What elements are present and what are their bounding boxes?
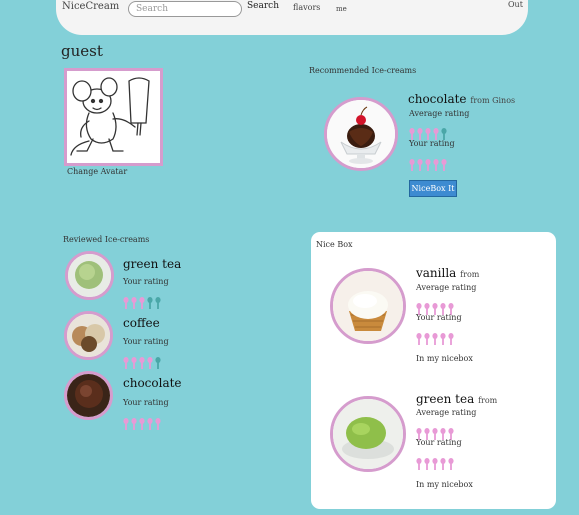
recommended-average-rating-label: Average rating — [409, 109, 470, 118]
spoon-icon[interactable] — [433, 159, 439, 171]
reviewed-flavor-name[interactable]: green tea — [123, 257, 181, 271]
coffee-ice-cream-icon — [67, 314, 110, 357]
reviewed-section-title: Reviewed Ice-creams — [63, 235, 150, 244]
spoon-icon[interactable] — [416, 458, 422, 470]
spoon-icon[interactable] — [139, 297, 145, 309]
chocolate-sundae-icon — [327, 100, 395, 168]
reviewed-rating-label: Your rating — [123, 337, 169, 346]
nav-me-link[interactable]: me — [336, 5, 347, 13]
spoon-icon[interactable] — [416, 333, 422, 345]
reviewed-rating-label: Your rating — [123, 398, 169, 407]
mouse-cartoon-avatar-image — [70, 77, 150, 156]
username-heading: guest — [61, 42, 103, 60]
nicebox-your-rating[interactable] — [416, 330, 456, 345]
spoon-icon[interactable] — [123, 357, 129, 369]
avatar[interactable] — [64, 68, 163, 166]
spoon-icon[interactable] — [448, 458, 454, 470]
spoon-icon[interactable] — [131, 357, 137, 369]
nicebox-your-rating-label: Your rating — [416, 313, 462, 322]
reviewed-item-image-coffee[interactable] — [64, 311, 113, 360]
search-link[interactable]: Search — [247, 1, 279, 11]
nicebox-flavor-label[interactable]: vanilla — [416, 266, 456, 280]
nicebox-average-rating-label: Average rating — [416, 408, 477, 417]
spoon-icon[interactable] — [147, 418, 153, 430]
recommended-ice-cream-image[interactable] — [324, 97, 398, 171]
recommended-shop-label: from Ginos — [470, 96, 516, 105]
nicebox-status: In my nicebox — [416, 480, 473, 489]
nicebox-flavor-name: green tea from — [416, 392, 497, 406]
spoon-icon[interactable] — [123, 418, 129, 430]
spoon-icon[interactable] — [424, 458, 430, 470]
spoon-icon[interactable] — [440, 458, 446, 470]
nicebox-your-rating-label: Your rating — [416, 438, 462, 447]
nicebox-flavor-name: vanilla from — [416, 266, 479, 280]
nicebox-flavor-label[interactable]: green tea — [416, 392, 474, 406]
top-nav-bar: NiceCream Search flavors me Out — [56, 0, 528, 35]
nicebox-average-rating-label: Average rating — [416, 283, 477, 292]
spoon-icon[interactable] — [417, 159, 423, 171]
nicebox-item-image-green-tea[interactable] — [330, 396, 406, 472]
recommended-average-rating — [409, 125, 449, 140]
nicebox-item-image-vanilla[interactable] — [330, 268, 406, 344]
spoon-icon[interactable] — [147, 357, 153, 369]
change-avatar-link[interactable]: Change Avatar — [67, 167, 127, 176]
reviewed-rating-spoons[interactable] — [123, 415, 163, 430]
vanilla-ice-cream-icon — [333, 271, 403, 341]
spoon-icon[interactable] — [139, 357, 145, 369]
spoon-icon[interactable] — [425, 159, 431, 171]
nicebox-it-button[interactable]: NiceBox It — [409, 180, 457, 197]
nicebox-status: In my nicebox — [416, 354, 473, 363]
reviewed-item-image-green-tea[interactable] — [65, 251, 114, 300]
spoon-icon[interactable] — [139, 418, 145, 430]
spoon-icon[interactable] — [440, 333, 446, 345]
spoon-icon[interactable] — [441, 159, 447, 171]
spoon-icon[interactable] — [432, 458, 438, 470]
recommended-section-title: Recommended Ice-creams — [309, 66, 417, 75]
nav-flavors-link[interactable]: flavors — [293, 3, 320, 12]
reviewed-flavor-name[interactable]: coffee — [123, 316, 160, 330]
reviewed-rating-spoons[interactable] — [123, 294, 163, 309]
reviewed-rating-spoons[interactable] — [123, 354, 163, 369]
reviewed-item-image-chocolate[interactable] — [64, 371, 113, 420]
spoon-icon[interactable] — [147, 297, 153, 309]
spoon-icon[interactable] — [409, 159, 415, 171]
nicebox-from-label: from — [478, 396, 498, 405]
logout-link[interactable]: Out — [508, 0, 523, 9]
nicebox-from-label: from — [460, 270, 480, 279]
green-tea-ice-cream-icon — [68, 254, 111, 297]
spoon-icon[interactable] — [424, 333, 430, 345]
recommended-your-rating[interactable] — [409, 156, 449, 171]
recommended-your-rating-label: Your rating — [409, 139, 455, 148]
spoon-icon[interactable] — [432, 333, 438, 345]
green-tea-ice-cream-icon — [333, 399, 403, 469]
spoon-icon[interactable] — [155, 418, 161, 430]
spoon-icon[interactable] — [123, 297, 129, 309]
chocolate-ice-cream-icon — [67, 374, 110, 417]
brand-logo[interactable]: NiceCream — [62, 1, 119, 12]
spoon-icon[interactable] — [131, 297, 137, 309]
recommended-flavor-label[interactable]: chocolate — [408, 92, 467, 106]
spoon-icon[interactable] — [155, 297, 161, 309]
spoon-icon[interactable] — [448, 333, 454, 345]
search-input[interactable] — [128, 1, 242, 17]
reviewed-flavor-name[interactable]: chocolate — [123, 376, 182, 390]
nicebox-title: Nice Box — [316, 240, 353, 249]
spoon-icon[interactable] — [131, 418, 137, 430]
nicebox-average-rating — [416, 425, 456, 440]
spoon-icon[interactable] — [155, 357, 161, 369]
recommended-flavor-name: chocolate from Ginos — [408, 92, 515, 106]
nicebox-your-rating[interactable] — [416, 455, 456, 470]
nicebox-average-rating — [416, 300, 456, 315]
reviewed-rating-label: Your rating — [123, 277, 169, 286]
